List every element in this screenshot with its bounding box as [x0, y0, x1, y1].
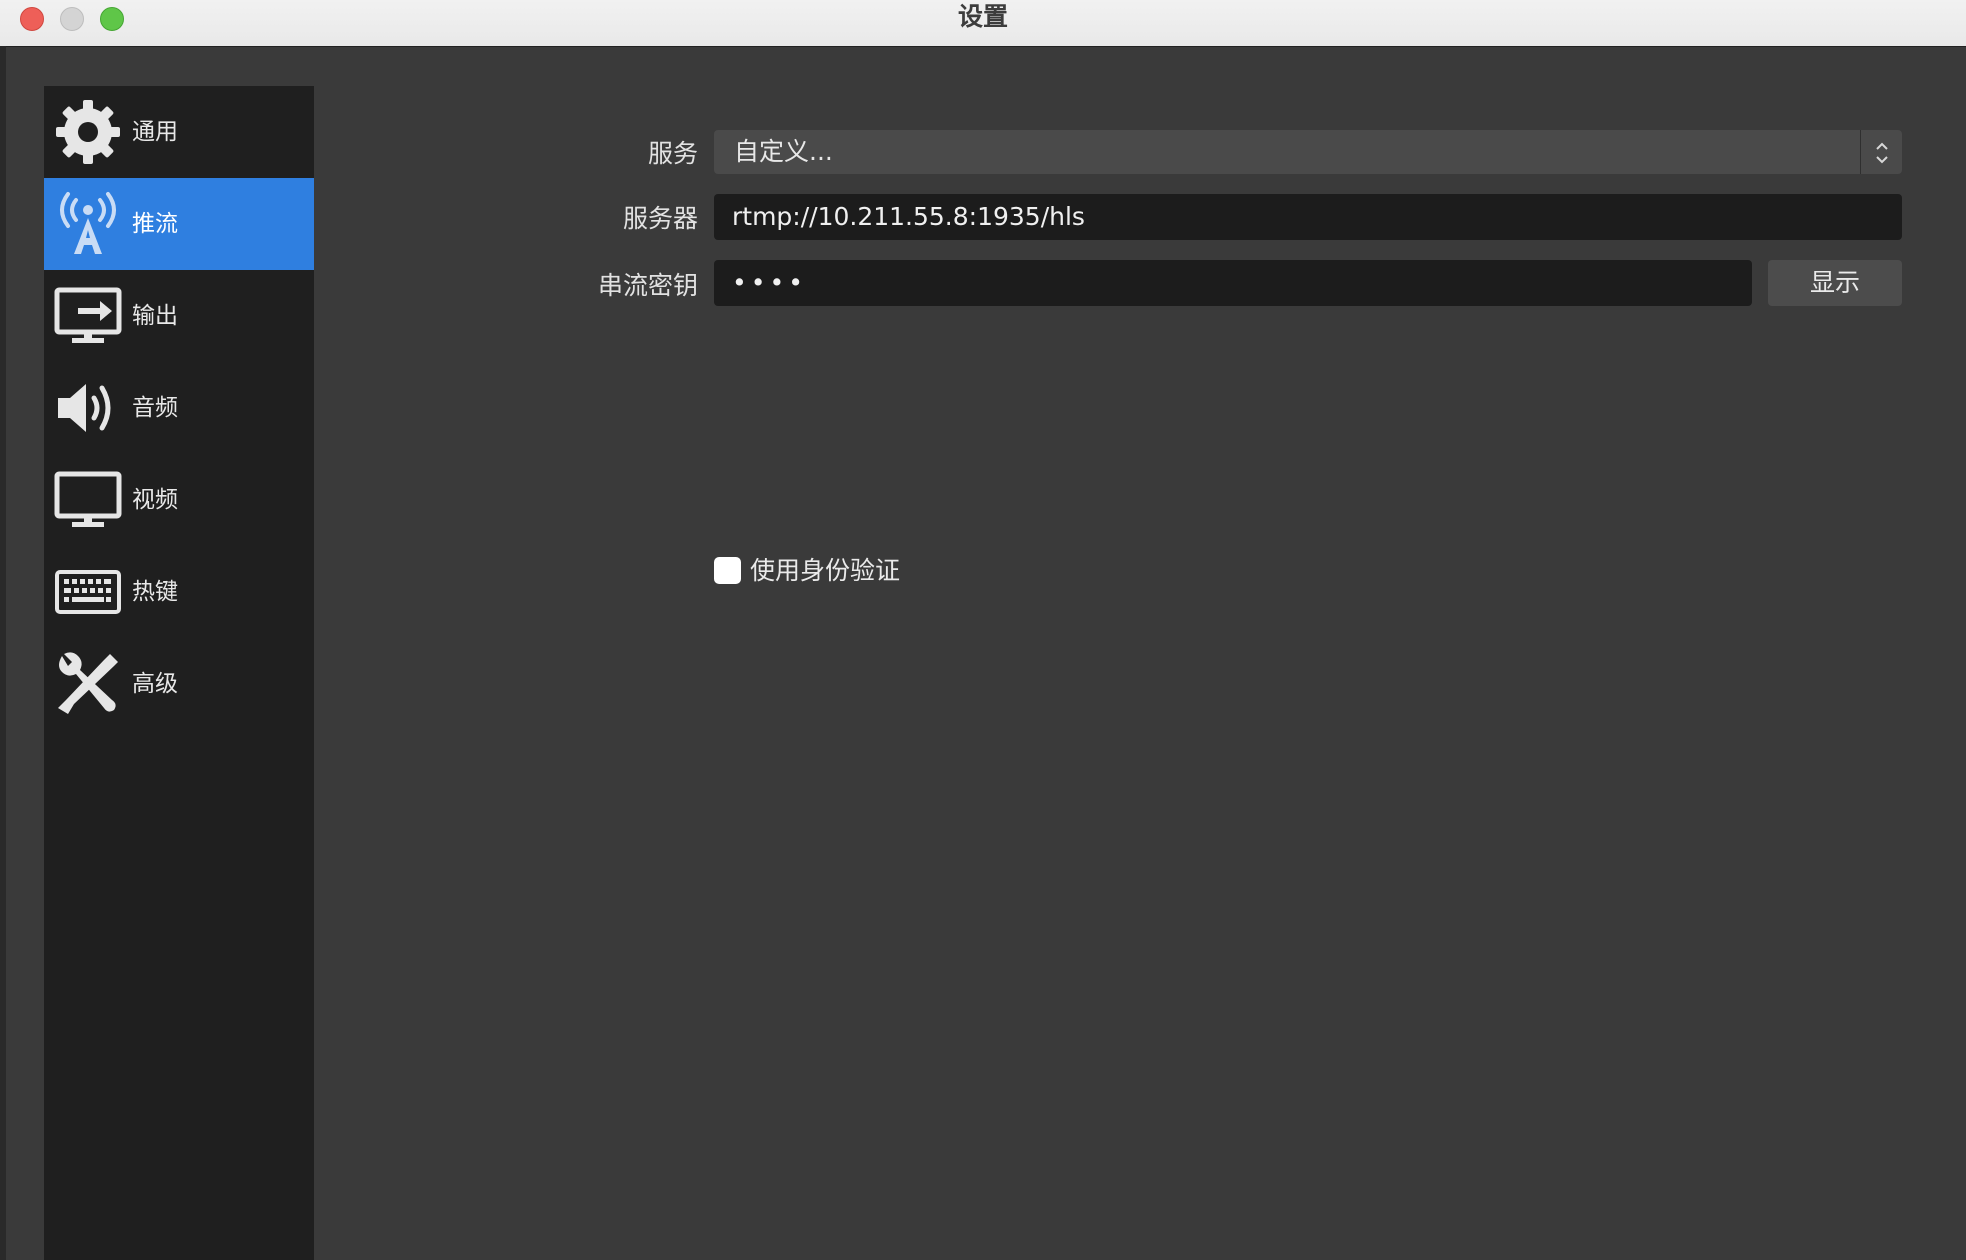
select-arrows-icon: [1860, 130, 1902, 174]
speaker-icon: [54, 374, 122, 442]
use-authentication-checkbox[interactable]: [714, 557, 741, 584]
service-selected-value: 自定义...: [734, 137, 833, 166]
output-monitor-icon: [54, 282, 122, 350]
sidebar-item-video[interactable]: 视频: [44, 454, 314, 546]
window-left-edge: [0, 46, 6, 1260]
window-title: 设置: [957, 2, 1008, 31]
use-authentication-label[interactable]: 使用身份验证: [750, 552, 900, 590]
gear-icon: [54, 98, 122, 166]
keyboard-icon: [54, 558, 122, 626]
server-label: 服务器: [622, 204, 698, 233]
settings-sidebar: 通用 推流 输出 音频 视频 热键 高级: [44, 86, 314, 1260]
settings-window: 设置 通用 推流 输出 音频 视频 热键 高级 服务 自定义... 服务器 rt…: [0, 0, 1966, 1260]
sidebar-item-label: 热键: [132, 579, 178, 605]
sidebar-item-label: 推流: [132, 211, 178, 237]
service-select[interactable]: 自定义...: [714, 130, 1902, 174]
stream-key-label: 串流密钥: [597, 271, 698, 300]
show-key-button[interactable]: 显示: [1768, 260, 1902, 306]
sidebar-item-label: 通用: [132, 119, 178, 145]
sidebar-item-general[interactable]: 通用: [44, 86, 314, 178]
sidebar-item-label: 输出: [132, 303, 178, 329]
sidebar-item-output[interactable]: 输出: [44, 270, 314, 362]
broadcast-antenna-icon: [54, 190, 122, 258]
sidebar-item-hotkeys[interactable]: 热键: [44, 546, 314, 638]
title-bar: 设置: [0, 0, 1966, 47]
sidebar-item-advanced[interactable]: 高级: [44, 638, 314, 730]
sidebar-item-label: 音频: [132, 395, 178, 421]
sidebar-item-audio[interactable]: 音频: [44, 362, 314, 454]
sidebar-item-label: 视频: [132, 487, 178, 513]
sidebar-item-stream[interactable]: 推流: [44, 178, 314, 270]
monitor-icon: [54, 466, 122, 534]
service-label: 服务: [647, 139, 698, 168]
stream-key-input[interactable]: ••••: [714, 260, 1752, 306]
sidebar-item-label: 高级: [132, 671, 178, 697]
wrench-screwdriver-icon: [54, 650, 122, 718]
server-input[interactable]: rtmp://10.211.55.8:1935/hls: [714, 194, 1902, 240]
